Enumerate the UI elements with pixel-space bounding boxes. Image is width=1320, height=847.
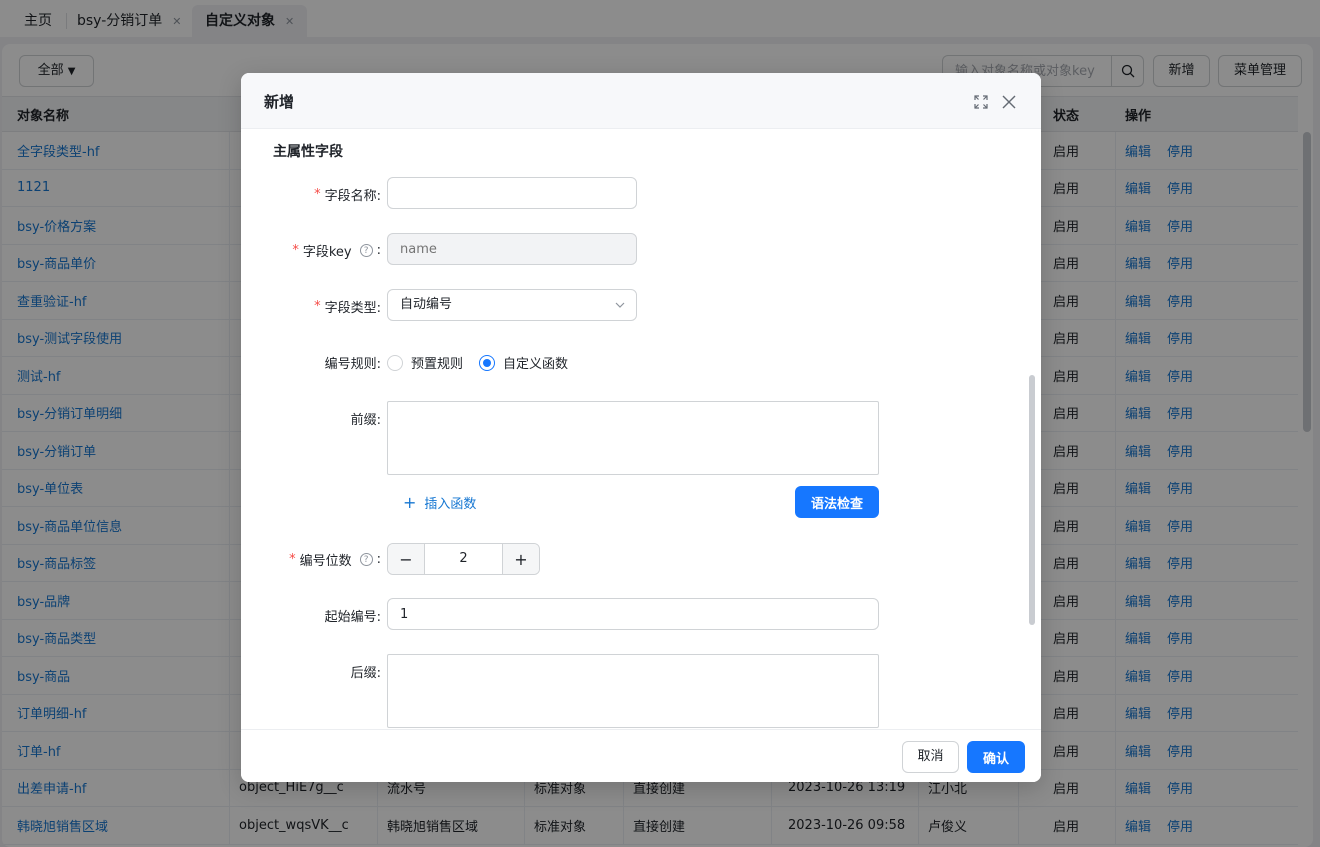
radio-label: 预置规则 — [411, 357, 464, 372]
cancel-button[interactable]: 取消 — [902, 741, 959, 773]
label-text: 编号位数 — [299, 554, 352, 569]
label-text: 字段名称: — [324, 189, 381, 204]
field-key-label: * 字段key?: — [292, 243, 381, 260]
field-type-select[interactable]: 自动编号 — [387, 289, 637, 321]
radio-preset-rule[interactable]: 预置规则 — [387, 353, 463, 372]
link-label: 插入函数 — [424, 497, 477, 512]
close-icon[interactable] — [1000, 93, 1018, 111]
dialog-footer: 取消 确认 — [241, 729, 1041, 782]
required-mark: * — [289, 552, 296, 567]
fullscreen-icon[interactable] — [972, 93, 990, 111]
required-mark: * — [292, 243, 299, 258]
radio-custom-function[interactable]: 自定义函数 — [479, 353, 568, 372]
radio-label: 自定义函数 — [503, 357, 569, 372]
field-type-label: * 字段类型: — [314, 297, 381, 316]
plus-icon: + — [403, 493, 417, 512]
label-text: 字段类型: — [324, 301, 381, 316]
add-field-dialog: 新增 主属性字段 *字段名称: *字段key?: *字段类型: 自动编号 编号规… — [241, 73, 1041, 782]
prefix-label: 前缀: — [350, 413, 381, 428]
field-key-input — [387, 233, 637, 265]
start-number-label: 起始编号: — [324, 610, 381, 625]
label-text: 字段key — [302, 245, 352, 260]
syntax-check-button[interactable]: 语法检查 — [795, 486, 879, 518]
increment-button[interactable]: + — [503, 544, 539, 574]
dialog-title: 新增 — [264, 93, 295, 111]
field-name-input[interactable] — [387, 177, 637, 209]
radio-circle — [387, 354, 403, 371]
field-name-label: * 字段名称: — [314, 185, 381, 204]
digits-stepper: − 2 + — [387, 543, 540, 575]
suffix-textarea[interactable] — [387, 654, 879, 728]
digits-label: * 编号位数?: — [289, 552, 381, 569]
dialog-header: 新增 — [241, 73, 1041, 129]
confirm-button[interactable]: 确认 — [967, 741, 1025, 773]
section-title: 主属性字段 — [273, 144, 343, 160]
numbering-rule-label: 编号规则: — [324, 357, 381, 372]
chevron-down-icon — [615, 302, 625, 308]
digits-value[interactable]: 2 — [424, 544, 503, 574]
dialog-scrollbar[interactable] — [1029, 375, 1035, 625]
help-icon[interactable]: ? — [359, 244, 373, 257]
insert-function-link[interactable]: + 插入函数 — [403, 493, 476, 512]
radio-circle — [479, 354, 495, 371]
select-value: 自动编号 — [400, 297, 453, 312]
required-mark: * — [314, 299, 321, 314]
help-icon[interactable]: ? — [359, 553, 373, 566]
decrement-button[interactable]: − — [388, 544, 424, 574]
required-mark: * — [314, 187, 321, 202]
dialog-body: 主属性字段 *字段名称: *字段key?: *字段类型: 自动编号 编号规则: … — [241, 129, 1026, 729]
start-number-input[interactable] — [387, 598, 879, 630]
prefix-textarea[interactable] — [387, 401, 879, 475]
suffix-label: 后缀: — [350, 666, 381, 681]
